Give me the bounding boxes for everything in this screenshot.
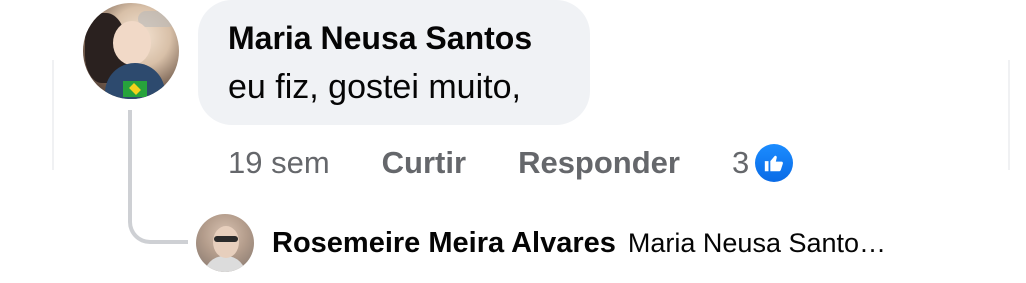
right-divider bbox=[1008, 60, 1010, 170]
left-divider bbox=[52, 60, 54, 170]
comment-actions: 19 sem Curtir Responder 3 bbox=[228, 143, 794, 183]
reply-author-name[interactable]: Rosemeire Meira Alvares bbox=[272, 227, 616, 260]
collapsed-reply[interactable]: Rosemeire Meira Alvares Maria Neusa Sant… bbox=[196, 213, 886, 273]
comment-bubble: Maria Neusa Santos eu fiz, gostei muito, bbox=[198, 0, 590, 125]
reaction-count: 3 bbox=[731, 145, 750, 180]
like-button[interactable]: Curtir bbox=[382, 145, 466, 181]
comment-text: eu fiz, gostei muito, bbox=[228, 68, 521, 106]
reply-thread-line bbox=[128, 110, 188, 244]
comment-author-name[interactable]: Maria Neusa Santos bbox=[228, 20, 532, 57]
reaction-summary[interactable]: 3 bbox=[731, 144, 794, 182]
reply-preview-text: Maria Neusa Santo… bbox=[627, 227, 887, 258]
thumbs-up-icon bbox=[755, 144, 794, 182]
comment-timestamp[interactable]: 19 sem bbox=[228, 145, 330, 181]
glasses-icon bbox=[214, 236, 238, 242]
reply-author-avatar[interactable] bbox=[196, 214, 254, 272]
brazil-flag-icon bbox=[123, 81, 147, 97]
reply-button[interactable]: Responder bbox=[518, 145, 680, 181]
commenter-avatar[interactable] bbox=[83, 3, 179, 99]
